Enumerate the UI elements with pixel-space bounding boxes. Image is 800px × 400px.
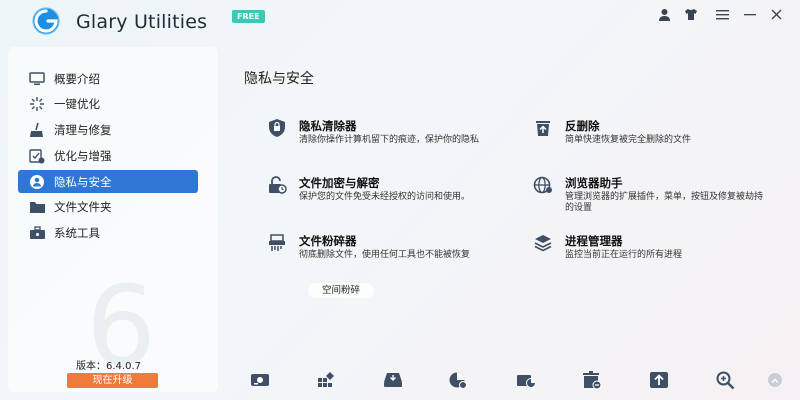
sidebar-item-label: 系统工具 xyxy=(54,226,100,241)
skin-icon xyxy=(685,8,697,20)
app-title: Glary Utilities xyxy=(76,11,208,33)
minimize-button[interactable] xyxy=(740,6,760,22)
privacy-icon xyxy=(30,174,44,189)
tool-description: 清除你操作计算机留下的痕迹，保护你的隐私 xyxy=(299,135,480,145)
sidebar-item-privacy[interactable]: 隐私与安全 xyxy=(18,170,198,194)
lock-icon xyxy=(269,176,287,194)
chevron-up-icon xyxy=(771,378,779,384)
tool-name: 浏览器助手 xyxy=(565,176,623,190)
tool-description: 管理浏览器的扩展插件，菜单，按钮及修复被劫持的设置 xyxy=(565,192,764,213)
free-badge: FREE xyxy=(232,10,265,23)
disk-cleanup-icon[interactable] xyxy=(250,370,270,390)
menu-button[interactable] xyxy=(712,6,732,22)
layers-icon xyxy=(534,235,552,252)
optimize-icon xyxy=(29,149,45,164)
page-title: 隐私与安全 xyxy=(244,71,314,87)
software-update-icon[interactable] xyxy=(649,370,669,390)
tool-name: 隐私清除器 xyxy=(299,119,357,133)
sidebar-item-optimize[interactable]: 优化与增强 xyxy=(18,144,198,167)
uninstall-icon[interactable] xyxy=(582,370,602,390)
user-button[interactable] xyxy=(654,6,674,22)
minimize-icon xyxy=(744,14,756,16)
sidebar-item-one-click[interactable]: 一键优化 xyxy=(18,93,198,116)
memory-optimizer-icon[interactable] xyxy=(448,370,468,390)
shield-icon xyxy=(269,119,285,137)
close-icon xyxy=(771,9,781,19)
version-label: 版本：6.4.0.7 xyxy=(76,361,141,372)
folder-icon xyxy=(29,202,45,214)
monitor-icon xyxy=(29,71,45,85)
tool-description: 监控当前正在运行的所有进程 xyxy=(565,250,683,260)
sidebar-item-overview[interactable]: 概要介绍 xyxy=(18,67,198,90)
close-button[interactable] xyxy=(766,6,786,22)
search-icon[interactable] xyxy=(715,370,735,390)
tool-description: 彻底删除文件，使用任何工具也不能被恢复 xyxy=(299,250,471,260)
broom-icon xyxy=(30,122,43,138)
tool-name: 文件加密与解密 xyxy=(299,176,380,190)
collapse-button[interactable] xyxy=(768,373,782,387)
title-bar: Glary Utilities FREE xyxy=(0,0,800,40)
sidebar-item-label: 隐私与安全 xyxy=(54,174,112,189)
free-space-shred-button[interactable]: 空间粉碎 xyxy=(308,283,374,298)
upgrade-button[interactable]: 现在升级 xyxy=(67,373,158,388)
toolbox-icon xyxy=(29,226,45,240)
sidebar-item-system-tools[interactable]: 系统工具 xyxy=(18,222,198,245)
sidebar-item-clean-repair[interactable]: 清理与修复 xyxy=(18,119,198,142)
tool-name: 进程管理器 xyxy=(565,234,623,248)
undelete-icon xyxy=(536,121,550,136)
tool-description: 简单快速恢复被完全删除的文件 xyxy=(565,135,692,145)
user-icon xyxy=(658,8,670,21)
tool-name: 反删除 xyxy=(565,119,600,133)
sidebar-item-label: 优化与增强 xyxy=(54,148,112,163)
shredder-icon xyxy=(269,234,285,251)
tool-name: 文件粉碎器 xyxy=(299,234,357,248)
sidebar-item-label: 文件文件夹 xyxy=(54,200,112,215)
app-logo-icon xyxy=(32,7,60,35)
disk-analysis-icon[interactable] xyxy=(516,370,536,390)
skin-button[interactable] xyxy=(681,6,701,22)
startup-manager-icon[interactable] xyxy=(383,370,403,390)
globe-icon xyxy=(533,176,552,194)
menu-icon xyxy=(715,9,729,19)
sidebar-nav: 概要介绍 一键优化 清理与修复 优化与增强 隐私与安全 文件文件夹 系统工具 xyxy=(18,67,198,248)
sidebar-item-label: 清理与修复 xyxy=(54,123,112,138)
sidebar-item-files[interactable]: 文件文件夹 xyxy=(18,196,198,219)
sidebar-item-label: 概要介绍 xyxy=(54,71,100,86)
sidebar: 概要介绍 一键优化 清理与修复 优化与增强 隐私与安全 文件文件夹 系统工具 6… xyxy=(8,47,218,392)
sparkle-icon xyxy=(30,97,44,112)
tool-description: 保护您的文件免受未经授权的访问和使用。 xyxy=(299,192,471,202)
registry-icon[interactable] xyxy=(316,370,336,390)
sidebar-item-label: 一键优化 xyxy=(54,97,100,112)
